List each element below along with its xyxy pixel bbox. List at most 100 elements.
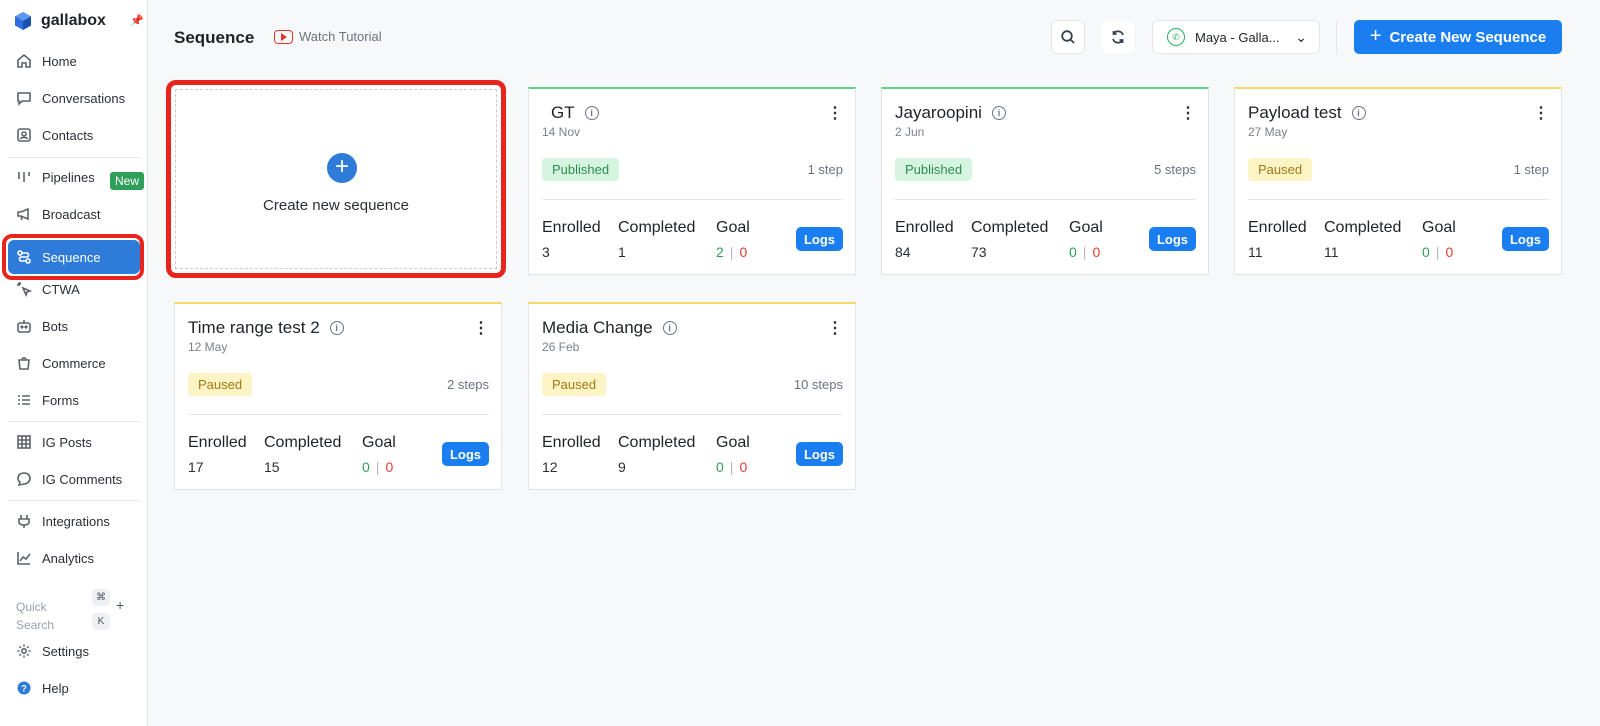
account-selector[interactable]: ✆ Maya - Galla... ⌄: [1152, 20, 1320, 54]
goal-achieved: 0: [1422, 244, 1430, 260]
card-divider: [188, 414, 489, 415]
sequence-card[interactable]: Jayaroopini i 2 Jun ⋮ Published 5 steps E…: [881, 87, 1209, 275]
completed-label: Completed: [1324, 219, 1402, 236]
sidebar-item-sequence[interactable]: Sequence: [8, 240, 140, 274]
sidebar-item-label: Home: [42, 53, 77, 69]
pin-icon[interactable]: 📌: [130, 14, 144, 27]
sequence-card[interactable]: GT i 14 Nov ⋮ Published 1 step Enrolled C…: [528, 87, 856, 275]
sidebar-item-ig-comments[interactable]: IG Comments: [8, 462, 140, 496]
sidebar-divider: [8, 500, 140, 501]
comment-icon: [17, 472, 31, 487]
sidebar-item-bots[interactable]: Bots: [8, 309, 140, 343]
sidebar-item-label: Settings: [42, 643, 89, 659]
home-icon: [17, 53, 31, 68]
status-badge: Published: [542, 158, 620, 181]
sequence-card[interactable]: Payload test i 27 May ⋮ Paused 1 step Enr…: [1234, 87, 1562, 275]
step-count: 1 step: [807, 162, 843, 177]
sidebar-item-home[interactable]: Home: [8, 44, 140, 78]
pipeline-icon: [18, 172, 30, 182]
completed-value: 9: [618, 459, 626, 475]
k-key: K: [92, 613, 110, 630]
enrolled-value: 84: [895, 244, 911, 260]
chevron-down-icon: ⌄: [1295, 29, 1307, 45]
status-badge: Published: [895, 158, 973, 181]
info-icon[interactable]: i: [1351, 106, 1366, 120]
info-icon[interactable]: i: [662, 321, 677, 335]
goal-value: 2 | 0: [716, 244, 747, 260]
sidebar-item-forms[interactable]: Forms: [8, 383, 140, 417]
account-name: Maya - Galla...: [1195, 29, 1280, 45]
sidebar-item-analytics[interactable]: Analytics: [8, 541, 140, 575]
sidebar-item-label: Pipelines: [42, 169, 95, 185]
quick-search[interactable]: Quick Search: [16, 598, 66, 634]
create-new-sequence-button[interactable]: + Create New Sequence: [1354, 20, 1562, 54]
card-title-row: Payload test i: [1248, 103, 1366, 123]
brand-name: gallabox: [41, 12, 106, 29]
logs-button[interactable]: Logs: [442, 442, 489, 466]
create-sequence-label: Create new sequence: [263, 197, 409, 214]
info-icon[interactable]: i: [329, 321, 344, 335]
card-title-row: GT i: [542, 103, 599, 123]
card-title: Media Change: [542, 318, 653, 337]
sidebar-item-ctwa[interactable]: CTWA: [8, 272, 140, 306]
sidebar-item-ig-posts[interactable]: IG Posts: [8, 425, 140, 459]
goal-label: Goal: [1069, 219, 1103, 236]
goal-label: Goal: [1422, 219, 1456, 236]
sidebar-item-contacts[interactable]: Contacts: [8, 118, 140, 152]
search-button[interactable]: [1051, 20, 1085, 54]
card-divider: [895, 199, 1196, 200]
refresh-button[interactable]: [1101, 20, 1135, 54]
sidebar-item-commerce[interactable]: Commerce: [8, 346, 140, 380]
create-sequence-card[interactable]: + Create new sequence: [166, 80, 506, 278]
logs-button[interactable]: Logs: [796, 227, 843, 251]
goal-value: 0 | 0: [362, 459, 393, 475]
info-icon[interactable]: i: [991, 106, 1006, 120]
more-menu-icon[interactable]: ⋮: [473, 321, 489, 337]
card-date: 12 May: [188, 340, 228, 354]
sequence-card[interactable]: Time range test 2 i 12 May ⋮ Paused 2 ste…: [174, 302, 502, 490]
completed-label: Completed: [618, 219, 696, 236]
goal-failed: 0: [1092, 244, 1101, 260]
goal-failed: 0: [385, 459, 394, 475]
sidebar-item-help[interactable]: ? Help: [8, 671, 140, 705]
goal-label: Goal: [362, 434, 396, 451]
completed-label: Completed: [618, 434, 696, 451]
sidebar-item-broadcast[interactable]: Broadcast: [8, 197, 140, 231]
watch-tutorial-label: Watch Tutorial: [299, 29, 382, 44]
more-menu-icon[interactable]: ⋮: [827, 321, 843, 337]
click-icon: [17, 282, 32, 297]
more-menu-icon[interactable]: ⋮: [827, 106, 843, 122]
sidebar-item-label: IG Comments: [42, 471, 123, 487]
goal-achieved: 0: [362, 459, 370, 475]
refresh-icon: [1112, 30, 1124, 44]
sidebar-item-conversations[interactable]: Conversations: [8, 81, 140, 115]
card-date: 2 Jun: [895, 125, 925, 139]
logs-button[interactable]: Logs: [796, 442, 843, 466]
logs-button[interactable]: Logs: [1502, 227, 1549, 251]
more-menu-icon[interactable]: ⋮: [1180, 106, 1196, 122]
goal-separator: |: [729, 459, 734, 475]
goal-separator: |: [1082, 244, 1087, 260]
goal-separator: |: [375, 459, 380, 475]
watch-tutorial-link[interactable]: Watch Tutorial: [274, 29, 382, 44]
sidebar-item-settings[interactable]: Settings: [8, 634, 140, 668]
more-menu-icon[interactable]: ⋮: [1533, 106, 1549, 122]
status-badge: Paused: [1248, 158, 1313, 181]
sidebar-item-label: Conversations: [42, 90, 126, 106]
info-icon[interactable]: i: [584, 106, 599, 120]
sidebar: gallabox 📌 Home Conversations Contacts P…: [0, 0, 148, 726]
sequence-card[interactable]: Media Change i 26 Feb ⋮ Paused 10 steps E…: [528, 302, 856, 490]
enrolled-label: Enrolled: [542, 434, 601, 451]
step-count: 1 step: [1513, 162, 1549, 177]
sidebar-item-integrations[interactable]: Integrations: [8, 504, 140, 538]
page-title: Sequence: [174, 28, 255, 47]
whatsapp-icon: ✆: [1167, 28, 1185, 46]
chart-icon: [17, 552, 31, 565]
sidebar-item-label: Integrations: [42, 513, 110, 529]
enrolled-value: 12: [542, 459, 558, 475]
logs-button[interactable]: Logs: [1149, 227, 1196, 251]
create-button-label: Create New Sequence: [1389, 28, 1547, 46]
completed-value: 1: [618, 244, 626, 260]
brand[interactable]: gallabox: [14, 10, 106, 32]
chat-icon: [17, 92, 31, 106]
